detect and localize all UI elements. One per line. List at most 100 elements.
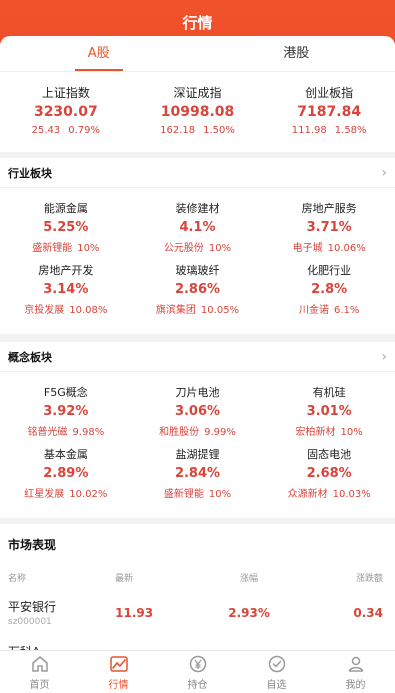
sector-pct: 3.14% <box>43 282 89 297</box>
column-header-name: 名称 <box>8 574 27 584</box>
sector-item[interactable]: 房地产服务 3.71% 电子城 10.06% <box>263 188 395 254</box>
nav-item-watchlist[interactable]: 自选 <box>237 651 316 693</box>
change-amount: 0.34 <box>353 605 383 620</box>
index-change: 162.18 1.50% <box>132 125 264 136</box>
sector-name: 装修建材 <box>175 202 220 215</box>
index-row: 上证指数 3230.07 25.43 0.79% 深证成指 10998.08 16… <box>0 72 395 136</box>
chevron-right-icon[interactable]: › <box>381 349 387 365</box>
market-tabs: A股 港股 <box>0 36 395 72</box>
index-value: 3230.07 <box>33 104 98 120</box>
sector-leader: 盛新锂能 10% <box>132 485 264 500</box>
leader-pct: 10% <box>208 489 232 500</box>
nav-item-holdings[interactable]: 持仓 <box>158 651 237 693</box>
leader-stock: 众源新材 <box>287 489 328 500</box>
latest-price: 11.93 <box>115 605 154 620</box>
sector-item[interactable]: 固态电池 2.68% 众源新材 10.03% <box>263 434 395 500</box>
section-title: 概念板块 <box>8 350 52 364</box>
column-header-latest: 最新 <box>115 574 134 584</box>
nav-label: 首页 <box>29 679 50 691</box>
sector-item[interactable]: 能源金属 5.25% 盛新锂能 10% <box>0 188 132 254</box>
leader-stock: 川金诺 <box>298 305 329 316</box>
chevron-right-icon[interactable]: › <box>381 165 387 181</box>
tab-a-shares[interactable]: A股 <box>0 36 198 71</box>
sector-name: 能源金属 <box>43 202 88 215</box>
index-change-amount: 162.18 <box>160 125 196 136</box>
sector-pct: 3.92% <box>43 404 89 419</box>
column-header-change[interactable]: 涨跌额 <box>294 571 383 584</box>
section-title: 市场表现 <box>8 538 57 552</box>
nav-label: 持仓 <box>187 679 208 691</box>
sector-item[interactable]: 基本金属 2.89% 红星发展 10.02% <box>0 434 132 500</box>
index-change: 25.43 0.79% <box>0 125 132 136</box>
home-icon <box>30 654 50 674</box>
index-change-amount: 25.43 <box>31 125 61 136</box>
sector-pct: 3.01% <box>306 404 352 419</box>
sector-name: 化肥行业 <box>307 264 352 277</box>
index-name: 上证指数 <box>41 86 90 100</box>
check-icon <box>267 654 287 674</box>
sector-pct: 2.89% <box>43 466 89 481</box>
page-title: 行情 <box>182 13 213 32</box>
industry-sector-card: 行业板块 › 能源金属 5.25% 盛新锂能 10% 装修建材 4.1% 公元股份… <box>0 158 395 334</box>
column-header-pct[interactable]: 涨幅 <box>204 571 293 584</box>
sector-item[interactable]: 刀片电池 3.06% 和胜股份 9.99% <box>132 372 264 438</box>
sector-name: 基本金属 <box>43 448 88 461</box>
sector-pct: 3.06% <box>174 404 221 419</box>
leader-stock: 盛新锂能 <box>163 489 204 500</box>
leader-pct: 6.1% <box>333 305 360 316</box>
sector-pct: 4.1% <box>179 220 216 235</box>
index-change-amount: 111.98 <box>291 125 327 136</box>
sector-name: 刀片电池 <box>175 386 220 399</box>
sector-item[interactable]: 有机硅 3.01% 宏柏新材 10% <box>263 372 395 438</box>
sector-item[interactable]: 盐湖提锂 2.84% 盛新锂能 10% <box>132 434 264 500</box>
sector-name: 有机硅 <box>312 386 346 399</box>
sector-pct: 2.84% <box>174 466 221 481</box>
table-header: 名称 最新 涨幅 涨跌额 <box>0 553 395 584</box>
stock-code: sz000001 <box>8 617 52 627</box>
leader-stock: 京投发展 <box>24 305 65 316</box>
sector-pct: 2.68% <box>306 466 352 481</box>
sector-leader: 旗滨集团 10.05% <box>132 301 264 316</box>
sector-name: 房地产开发 <box>38 264 94 277</box>
index-shenzhen[interactable]: 深证成指 10998.08 162.18 1.50% <box>132 84 264 136</box>
sector-item[interactable]: 玻璃玻纤 2.86% 旗滨集团 10.05% <box>132 250 264 316</box>
index-chinext[interactable]: 创业板指 7187.84 111.98 1.58% <box>263 84 395 136</box>
nav-label: 行情 <box>108 679 129 691</box>
index-name: 创业板指 <box>305 86 354 100</box>
nav-item-home[interactable]: 首页 <box>0 651 79 693</box>
sector-name: 固态电池 <box>307 448 352 461</box>
nav-item-profile[interactable]: 我的 <box>316 651 395 693</box>
sector-leader: 红星发展 10.02% <box>0 485 132 500</box>
leader-pct: 10.03% <box>332 489 371 500</box>
leader-pct: 10.02% <box>69 489 108 500</box>
index-shanghai[interactable]: 上证指数 3230.07 25.43 0.79% <box>0 84 132 136</box>
sector-name: 玻璃玻纤 <box>175 264 220 277</box>
leader-stock: 旗滨集团 <box>155 305 196 316</box>
sector-item[interactable]: 装修建材 4.1% 公元股份 10% <box>132 188 264 254</box>
index-card: A股 港股 上证指数 3230.07 25.43 0.79% 深证成指 10998… <box>0 36 395 152</box>
industry-sector-header[interactable]: 行业板块 › <box>0 158 395 188</box>
sector-name: 盐湖提锂 <box>175 448 220 461</box>
stock-name: 平安银行 <box>8 600 57 614</box>
market-performance-card: 市场表现 名称 最新 涨幅 涨跌额 平安银行 sz000001 11.93 2.… <box>0 524 395 659</box>
index-change: 111.98 1.58% <box>263 125 395 136</box>
change-pct: 2.93% <box>228 605 270 620</box>
index-change-pct: 1.50% <box>203 125 235 136</box>
sector-item[interactable]: 房地产开发 3.14% 京投发展 10.08% <box>0 250 132 316</box>
industry-grid: 能源金属 5.25% 盛新锂能 10% 装修建材 4.1% 公元股份 10% 房地产… <box>0 188 395 316</box>
yuan-icon <box>188 654 208 674</box>
sector-item[interactable]: F5G概念 3.92% 铭普光磁 9.98% <box>0 372 132 438</box>
nav-item-market[interactable]: 行情 <box>79 651 158 693</box>
stock-cell: 平安银行 sz000001 <box>8 598 115 627</box>
sector-pct: 3.71% <box>306 220 352 235</box>
sector-pct: 2.8% <box>311 282 348 297</box>
nav-label: 自选 <box>266 679 287 691</box>
user-icon <box>346 654 366 674</box>
concept-grid: F5G概念 3.92% 铭普光磁 9.98% 刀片电池 3.06% 和胜股份 9.9… <box>0 372 395 500</box>
index-change-pct: 0.79% <box>68 125 101 136</box>
concept-sector-header[interactable]: 概念板块 › <box>0 342 395 372</box>
tab-hk-shares[interactable]: 港股 <box>198 36 395 71</box>
table-row[interactable]: 平安银行 sz000001 11.93 2.93% 0.34 <box>0 584 395 627</box>
sector-item[interactable]: 化肥行业 2.8% 川金诺 6.1% <box>263 250 395 316</box>
nav-label: 我的 <box>345 679 366 691</box>
